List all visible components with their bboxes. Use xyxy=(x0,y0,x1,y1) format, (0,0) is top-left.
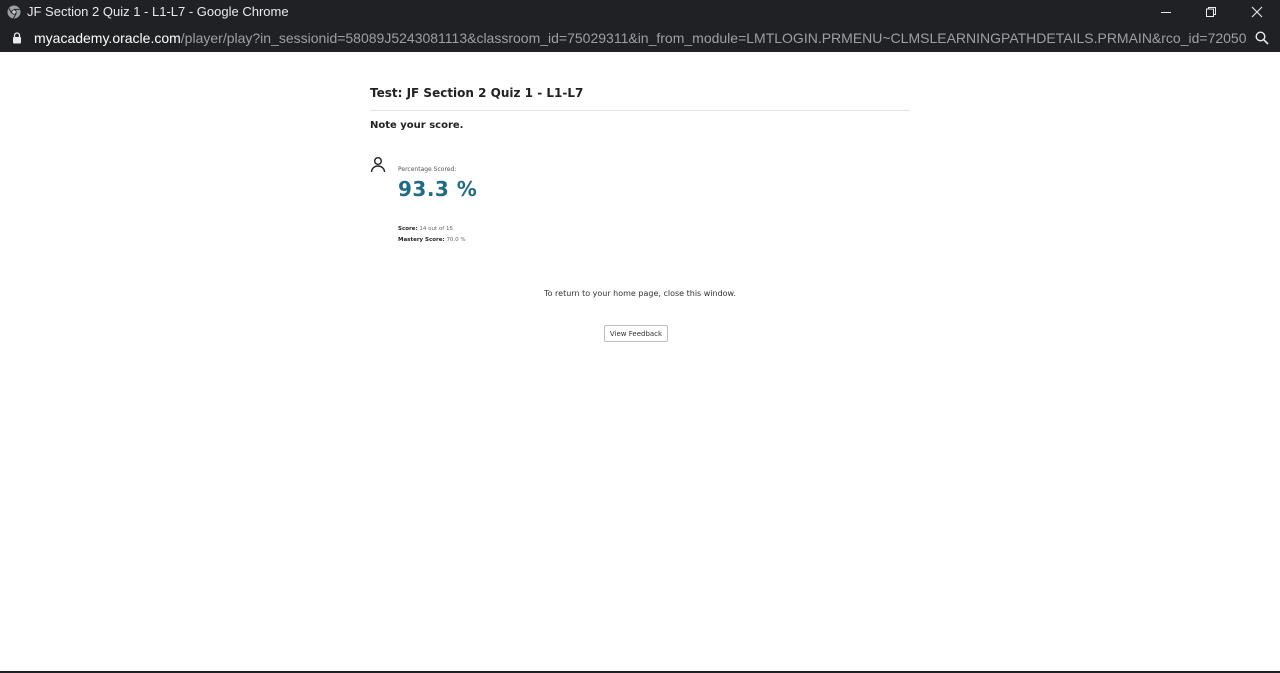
lock-icon[interactable] xyxy=(12,32,22,44)
close-button[interactable] xyxy=(1234,0,1280,24)
window-title-bar: JF Section 2 Quiz 1 - L1-L7 - Google Chr… xyxy=(0,0,1280,24)
minimize-icon xyxy=(1161,12,1171,13)
mastery-value: 70.0 % xyxy=(446,237,466,243)
restore-icon xyxy=(1206,7,1216,17)
percentage-label: Percentage Scored: xyxy=(398,166,457,173)
window-title: JF Section 2 Quiz 1 - L1-L7 - Google Chr… xyxy=(27,4,289,19)
chrome-logo-icon xyxy=(7,5,21,19)
score-label: Score: xyxy=(398,226,418,232)
test-title: Test: JF Section 2 Quiz 1 - L1-L7 xyxy=(370,86,584,100)
score-value: 14 out of 15 xyxy=(419,226,453,232)
percentage-value: 93.3 % xyxy=(398,177,478,201)
person-icon xyxy=(370,157,386,173)
url-path: /player/play?in_sessionid=58089J52430811… xyxy=(180,30,1246,46)
minimize-button[interactable] xyxy=(1143,0,1189,24)
score-line: Score: 14 out of 15 xyxy=(398,226,453,232)
close-icon xyxy=(1251,6,1263,18)
return-instructions: To return to your home page, close this … xyxy=(544,289,736,298)
url-field[interactable]: myacademy.oracle.com/player/play?in_sess… xyxy=(34,30,1246,46)
title-divider xyxy=(370,110,910,111)
address-bar: myacademy.oracle.com/player/play?in_sess… xyxy=(0,24,1280,52)
zoom-icon[interactable] xyxy=(1255,31,1269,45)
restore-button[interactable] xyxy=(1188,0,1234,24)
mastery-label: Mastery Score: xyxy=(398,237,445,243)
url-domain: myacademy.oracle.com xyxy=(34,30,181,46)
mastery-line: Mastery Score: 70.0 % xyxy=(398,237,466,243)
note-text: Note your score. xyxy=(370,120,464,131)
view-feedback-button[interactable]: View Feedback xyxy=(604,325,668,342)
